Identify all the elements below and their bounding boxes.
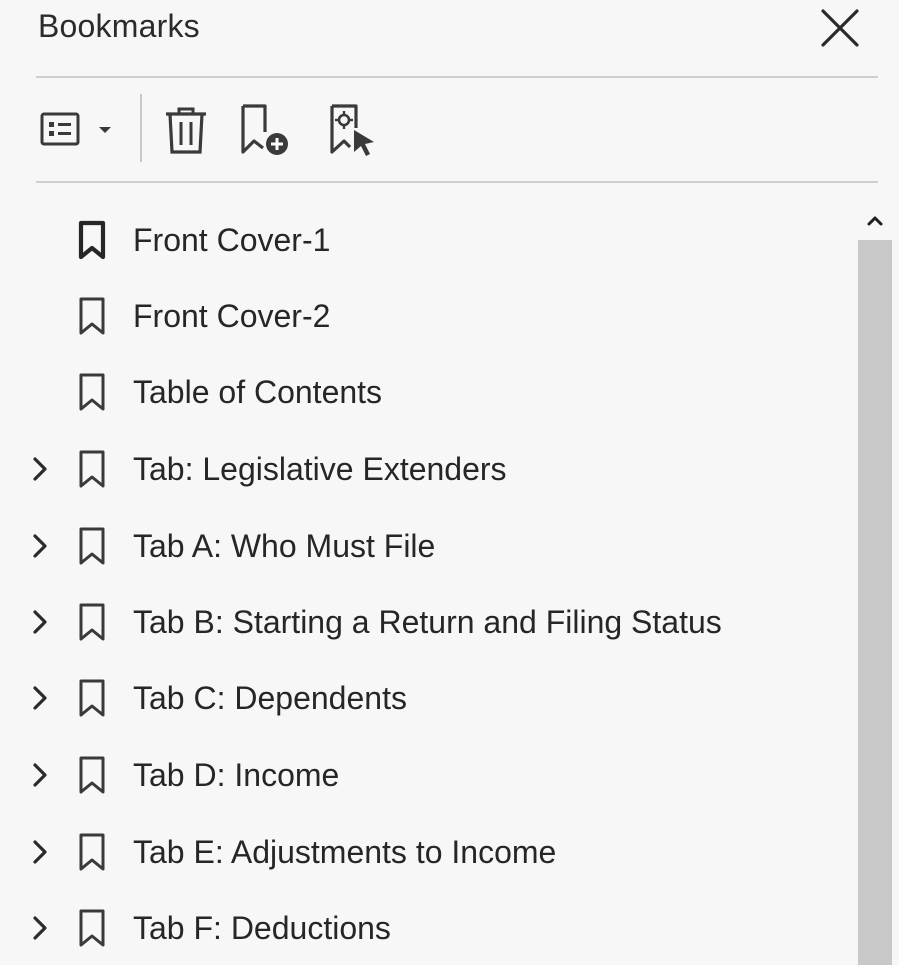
bookmark-tree: Front Cover-1 Front Cover-2 Table of Con… bbox=[0, 200, 850, 965]
bookmark-item[interactable]: Front Cover-2 bbox=[0, 278, 850, 354]
delete-bookmark-button[interactable] bbox=[158, 102, 214, 158]
panel-title: Bookmarks bbox=[38, 8, 200, 44]
expand-toggle[interactable] bbox=[28, 455, 52, 483]
bookmarks-toolbar bbox=[36, 80, 878, 180]
options-list-icon bbox=[40, 112, 111, 146]
bookmark-item[interactable]: Front Cover-1 bbox=[0, 202, 850, 278]
bookmark-label: Tab C: Dependents bbox=[133, 679, 407, 716]
chevron-up-icon bbox=[867, 216, 883, 226]
bookmark-item[interactable]: Tab E: Adjustments to Income bbox=[0, 814, 850, 890]
panel-header: Bookmarks bbox=[38, 0, 880, 62]
vertical-scrollbar[interactable] bbox=[856, 200, 894, 965]
close-icon bbox=[821, 9, 859, 47]
chevron-right-icon bbox=[33, 457, 47, 481]
expand-toggle[interactable] bbox=[28, 684, 52, 712]
bookmark-icon bbox=[79, 297, 105, 335]
bookmark-label: Tab F: Deductions bbox=[133, 909, 391, 946]
bookmark-item[interactable]: Tab F: Deductions bbox=[0, 890, 850, 965]
close-button[interactable] bbox=[818, 6, 862, 50]
bookmark-filled-outline-icon bbox=[78, 220, 106, 260]
bookmark-item[interactable]: Tab C: Dependents bbox=[0, 660, 850, 736]
bookmark-icon bbox=[79, 679, 105, 717]
bookmark-icon bbox=[79, 603, 105, 641]
header-divider bbox=[36, 76, 878, 78]
bookmark-item[interactable]: Tab D: Income bbox=[0, 737, 850, 813]
bookmarks-panel: Bookmarks Front Cover-1 Front Cover-2 Ta… bbox=[0, 0, 899, 965]
bookmark-icon bbox=[79, 450, 105, 488]
new-bookmark-button[interactable] bbox=[234, 102, 298, 158]
bookmark-label: Tab: Legislative Extenders bbox=[133, 450, 507, 487]
bookmark-label: Front Cover-2 bbox=[133, 297, 331, 334]
expand-toggle[interactable] bbox=[28, 914, 52, 942]
chevron-right-icon bbox=[33, 534, 47, 558]
bookmark-item[interactable]: Table of Contents bbox=[0, 354, 850, 430]
chevron-down-icon bbox=[99, 127, 111, 133]
bookmark-label: Tab E: Adjustments to Income bbox=[133, 833, 557, 870]
chevron-right-icon bbox=[33, 916, 47, 940]
options-menu-button[interactable] bbox=[36, 102, 120, 158]
trash-icon bbox=[166, 107, 206, 154]
bookmark-from-selection-button[interactable] bbox=[322, 102, 388, 158]
chevron-right-icon bbox=[33, 686, 47, 710]
expand-toggle[interactable] bbox=[28, 838, 52, 866]
scroll-thumb[interactable] bbox=[858, 240, 892, 965]
bookmark-item[interactable]: Tab: Legislative Extenders bbox=[0, 431, 850, 507]
toolbar-separator bbox=[140, 94, 142, 162]
bookmark-icon bbox=[79, 909, 105, 947]
chevron-right-icon bbox=[33, 610, 47, 634]
bookmark-icon bbox=[79, 833, 105, 871]
expand-toggle[interactable] bbox=[28, 532, 52, 560]
add-bookmark-icon bbox=[241, 104, 288, 155]
bookmark-label: Tab A: Who Must File bbox=[133, 527, 436, 564]
bookmark-selection-icon bbox=[330, 104, 374, 156]
bookmark-item[interactable]: Tab A: Who Must File bbox=[0, 508, 850, 584]
bookmark-label: Tab D: Income bbox=[133, 756, 340, 793]
expand-toggle[interactable] bbox=[28, 761, 52, 789]
toolbar-divider bbox=[36, 181, 878, 183]
bookmark-label: Tab B: Starting a Return and Filing Stat… bbox=[133, 603, 722, 640]
bookmark-item[interactable]: Tab B: Starting a Return and Filing Stat… bbox=[0, 584, 850, 660]
bookmark-icon bbox=[79, 756, 105, 794]
expand-toggle[interactable] bbox=[28, 608, 52, 636]
chevron-right-icon bbox=[33, 840, 47, 864]
bookmark-label: Table of Contents bbox=[133, 373, 383, 410]
bookmark-icon bbox=[79, 527, 105, 565]
bookmark-label: Front Cover-1 bbox=[133, 221, 331, 258]
chevron-right-icon bbox=[33, 763, 47, 787]
bookmark-icon bbox=[79, 373, 105, 411]
scroll-up-button[interactable] bbox=[856, 206, 894, 236]
